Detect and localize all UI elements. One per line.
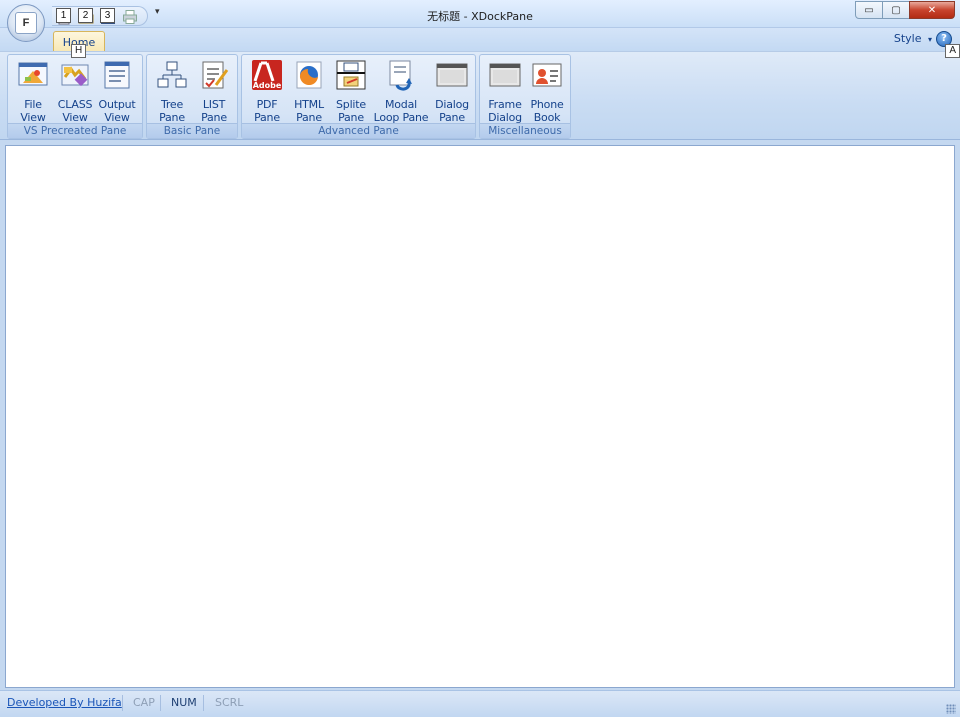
frame-dialog-button[interactable]: Frame Dialog — [484, 57, 526, 124]
html-pane-label: HTML Pane — [294, 98, 324, 124]
tree-pane-button[interactable]: Tree Pane — [151, 57, 193, 124]
pdf-pane-label: PDF Pane — [254, 98, 280, 124]
app-keytip: F — [15, 12, 37, 34]
application-button[interactable]: F — [7, 4, 45, 42]
firefox-icon — [296, 61, 322, 89]
group-advanced-pane: Adobe PDF Pane HTML Pane Splite Pane Mod… — [241, 54, 476, 139]
status-divider — [122, 695, 123, 711]
output-view-button[interactable]: Output View — [96, 57, 138, 124]
group-label: VS Precreated Pane — [8, 123, 142, 138]
minimize-button[interactable]: ▭ — [855, 1, 883, 19]
maximize-button[interactable]: ▢ — [882, 1, 910, 19]
class-view-button[interactable]: CLASS View — [54, 57, 96, 124]
status-divider — [203, 695, 204, 711]
status-divider — [160, 695, 161, 711]
group-vs-precreated-pane: File View CLASS View Output View VS Prec… — [7, 54, 143, 139]
splite-pane-button[interactable]: Splite Pane — [330, 57, 372, 124]
adobe-pdf-icon: Adobe — [252, 60, 282, 90]
num-lock-indicator: NUM — [171, 696, 197, 709]
ribbon-tab-row: Home H Style ▾ ? A — [0, 28, 960, 58]
tab-home-keytip: H — [71, 44, 87, 58]
frame-dialog-label: Frame Dialog — [488, 98, 522, 124]
dialog-pane-button[interactable]: Dialog Pane — [431, 57, 473, 124]
phone-book-label: Phone Book — [530, 98, 564, 124]
developer-link[interactable]: Developed By Huzifa — [7, 696, 122, 709]
phone-book-button[interactable]: Phone Book — [526, 57, 568, 124]
splite-pane-label: Splite Pane — [336, 98, 366, 124]
tree-pane-label: Tree Pane — [159, 98, 185, 124]
close-button[interactable]: ✕ — [909, 1, 955, 19]
group-basic-pane: Tree Pane LIST Pane Basic Pane — [146, 54, 238, 139]
list-pane-label: LIST Pane — [201, 98, 227, 124]
file-view-label: File View — [20, 98, 46, 124]
window-controls: ▭ ▢ ✕ — [855, 1, 955, 19]
group-label: Advanced Pane — [242, 123, 475, 138]
window-title: 无标题 - XDockPane — [427, 10, 533, 23]
style-menu[interactable]: Style ▾ — [894, 32, 932, 45]
tree-pane-icon — [157, 61, 187, 88]
ribbon: File View CLASS View Output View VS Prec… — [0, 51, 960, 140]
split-pane-icon — [336, 60, 366, 90]
scroll-lock-indicator: SCRL — [215, 696, 244, 709]
phone-book-icon — [532, 63, 562, 87]
html-pane-button[interactable]: HTML Pane — [288, 57, 330, 124]
frame-dialog-icon — [489, 63, 521, 87]
resize-grip-icon[interactable] — [946, 704, 956, 714]
help-keytip: A — [945, 44, 960, 58]
group-miscellaneous: Frame Dialog Phone Book Miscellaneous — [479, 54, 571, 139]
list-pane-icon — [202, 61, 229, 89]
qat-keytip-3: 3 — [100, 8, 115, 23]
modal-loop-pane-button[interactable]: Modal Loop Pane — [372, 57, 430, 124]
chevron-down-icon: ▾ — [927, 35, 932, 44]
modal-loop-icon — [389, 60, 412, 91]
pdf-pane-button[interactable]: Adobe PDF Pane — [246, 57, 288, 124]
class-view-label: CLASS View — [57, 98, 93, 124]
cap-lock-indicator: CAP — [133, 696, 155, 709]
adobe-logo-text: Adobe — [253, 81, 282, 90]
group-label: Miscellaneous — [480, 123, 570, 138]
file-view-icon — [18, 62, 48, 86]
title-bar: 1 2 3 ▾ 无标题 - XDockPane ▭ ▢ ✕ — [0, 0, 960, 28]
status-bar: Developed By Huzifa CAP NUM SCRL — [0, 690, 960, 717]
class-view-icon — [61, 64, 89, 87]
group-label: Basic Pane — [147, 123, 237, 138]
style-menu-label: Style — [893, 32, 922, 45]
modal-loop-pane-label: Modal Loop Pane — [373, 98, 429, 124]
qat-keytip-1: 1 — [56, 8, 71, 23]
output-view-label: Output View — [98, 98, 136, 124]
dialog-pane-icon — [436, 63, 468, 87]
output-view-icon — [104, 61, 130, 89]
file-view-button[interactable]: File View — [12, 57, 54, 124]
qat-keytip-2: 2 — [78, 8, 93, 23]
list-pane-button[interactable]: LIST Pane — [193, 57, 235, 124]
dialog-pane-label: Dialog Pane — [435, 98, 469, 124]
document-client-area[interactable] — [5, 145, 955, 688]
